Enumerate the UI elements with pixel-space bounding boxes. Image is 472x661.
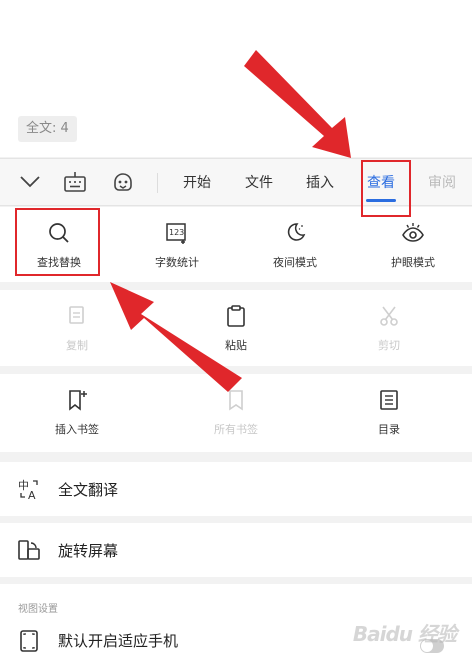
rotate-screen-row[interactable]: 旋转屏幕 [0, 523, 472, 577]
insert-bookmark-button[interactable]: 插入书签 [18, 374, 136, 450]
toc-button[interactable]: 目录 [330, 374, 448, 450]
toc-label: 目录 [378, 423, 400, 436]
view-settings-header: 视图设置 [18, 604, 58, 615]
paste-label: 粘贴 [225, 339, 247, 352]
fit-phone-label: 默认开启适应手机 [58, 632, 179, 650]
svg-text:123: 123 [169, 228, 184, 237]
tab-file[interactable]: 文件 [245, 173, 273, 193]
tab-view[interactable]: 查看 [367, 173, 395, 193]
view-tools-section: 查找替换 123 字数统计 夜间模式 护眼模式 [0, 207, 472, 282]
bookmark-section: 插入书签 所有书签 目录 [0, 374, 472, 452]
all-bookmarks-button[interactable]: 所有书签 [177, 374, 295, 450]
eye-care-label: 护眼模式 [391, 256, 435, 269]
word-count-label: 字数统计 [155, 256, 199, 269]
tab-start[interactable]: 开始 [183, 173, 211, 193]
document-area[interactable]: 全文: 4 [0, 0, 472, 157]
copy-icon [64, 303, 90, 329]
svg-text:A: A [28, 489, 36, 501]
copy-label: 复制 [66, 339, 88, 352]
rotate-screen-icon [17, 538, 41, 562]
toolbar-divider [157, 173, 158, 193]
tab-review[interactable]: 审阅 [428, 173, 456, 193]
eye-icon [400, 220, 426, 246]
bookmark-icon [223, 387, 249, 413]
word-count-badge: 全文: 4 [18, 116, 77, 142]
scissors-icon [376, 303, 402, 329]
eye-care-button[interactable]: 护眼模式 [354, 207, 472, 283]
full-text-translate-row[interactable]: 中A 全文翻译 [0, 462, 472, 516]
ribbon-toolbar: 开始 文件 插入 查看 审阅 [0, 158, 472, 206]
full-text-translate-label: 全文翻译 [58, 480, 119, 499]
active-tab-indicator [366, 199, 396, 202]
tab-insert[interactable]: 插入 [306, 173, 334, 193]
search-icon [46, 220, 72, 246]
watermark: Baidu 经验 [352, 622, 457, 646]
all-bookmarks-label: 所有书签 [214, 423, 258, 436]
copy-button[interactable]: 复制 [18, 290, 136, 366]
emoji-assistant-icon[interactable] [110, 169, 136, 195]
toc-icon [376, 387, 402, 413]
clipboard-section: 复制 粘贴 剪切 [0, 290, 472, 366]
bookmark-add-icon [64, 387, 90, 413]
rotate-screen-label: 旋转屏幕 [58, 541, 119, 560]
keyboard-icon[interactable] [62, 169, 88, 195]
find-replace-label: 查找替换 [37, 256, 81, 269]
translate-icon: 中A [17, 477, 41, 501]
moon-icon [282, 220, 308, 246]
word-count-icon: 123 [164, 220, 190, 246]
insert-bookmark-label: 插入书签 [55, 423, 99, 436]
night-mode-button[interactable]: 夜间模式 [236, 207, 354, 283]
cut-button[interactable]: 剪切 [330, 290, 448, 366]
collapse-chevron-icon[interactable] [17, 169, 43, 195]
night-mode-label: 夜间模式 [273, 256, 317, 269]
clipboard-icon [223, 303, 249, 329]
cut-label: 剪切 [378, 339, 400, 352]
find-replace-button[interactable]: 查找替换 [0, 207, 118, 283]
fit-phone-icon [17, 629, 41, 653]
word-count-button[interactable]: 123 字数统计 [118, 207, 236, 283]
paste-button[interactable]: 粘贴 [177, 290, 295, 366]
